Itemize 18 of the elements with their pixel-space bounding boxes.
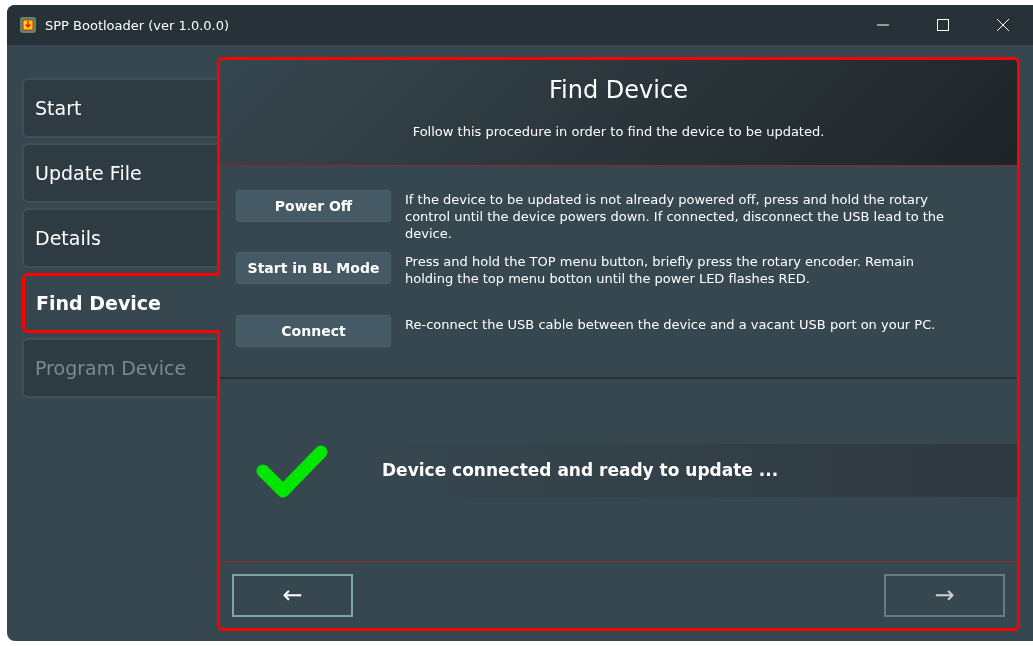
sidebar-tab[interactable]: Details	[22, 208, 217, 268]
step-button[interactable]: Start in BL Mode	[236, 252, 391, 285]
step-button[interactable]: Power Off	[236, 190, 391, 222]
sidebar-tab[interactable]: Update File	[22, 143, 217, 203]
sidebar-tab[interactable]: Find Device	[22, 273, 220, 333]
page-title: Find Device	[549, 76, 688, 104]
app-icon	[19, 16, 37, 34]
step-instruction: If the device to be updated is not already powered off, press and hold the rotary control until the device powers down. If connected, disconnect the USB lead to the device.	[405, 191, 946, 243]
maximize-icon	[936, 18, 950, 32]
window-title: SPP Bootloader (ver 1.0.0.0)	[45, 17, 231, 33]
close-icon	[996, 18, 1010, 32]
step-button[interactable]: Connect	[236, 314, 391, 347]
step-instruction: Re-connect the USB cable between the device and a vacant USB port on your PC.	[405, 315, 937, 334]
page-subtitle: Follow this procedure in order to find the device to be updated.	[412, 124, 825, 139]
step-instruction: Press and hold the TOP menu button, briefly press the rotary encoder. Remain holding the top menu botton until the power LED flashes RED.	[405, 253, 915, 289]
back-button[interactable]: ←	[232, 573, 353, 617]
status-message: Device connected and ready to update ...	[382, 460, 779, 480]
sidebar-tab[interactable]: Start	[22, 78, 217, 138]
